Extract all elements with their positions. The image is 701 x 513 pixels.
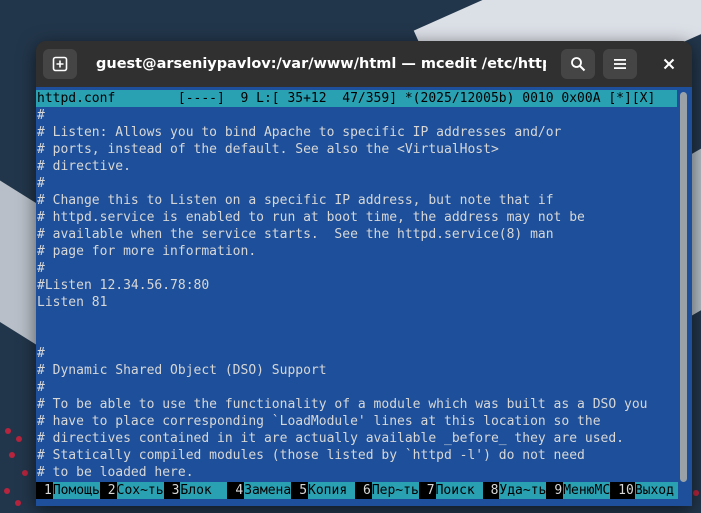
editor-line[interactable]: #	[36, 345, 676, 362]
editor-status-line: httpd.conf [----] 9 L:[ 35+12 47/359] *(…	[36, 90, 677, 107]
editor-line[interactable]: # Dynamic Shared Object (DSO) Support	[36, 362, 676, 379]
editor-line[interactable]: #	[36, 175, 676, 192]
editor-line[interactable]: # directives contained in it are actuall…	[36, 430, 676, 447]
fkey-7[interactable]: 7 Поиск	[419, 482, 483, 499]
editor-line[interactable]: # have to place corresponding `LoadModul…	[36, 413, 676, 430]
editor-line[interactable]: # directive.	[36, 158, 676, 175]
fkey-number: 2	[107, 483, 116, 498]
editor-line[interactable]: # To be able to use the functionality of…	[36, 396, 676, 413]
editor-line[interactable]: # available when the service starts. See…	[36, 226, 676, 243]
close-icon	[663, 58, 675, 70]
fkey-label: Поиск	[435, 482, 483, 499]
fkey-6[interactable]: 6 Пер~ть	[355, 482, 419, 499]
fkey-number: 9	[554, 483, 563, 498]
fkey-number: 4	[235, 483, 244, 498]
fkey-label: МенюMC	[563, 482, 611, 499]
fkey-1[interactable]: 1 Помощь	[36, 482, 100, 499]
fkey-label: Копия	[308, 482, 355, 499]
function-key-bar: 1 Помощь 2 Сох~ть 3 Блок 4 Замена 5 Копия 6 Пер~т…	[36, 482, 678, 499]
fkey-label: Помощь	[52, 482, 100, 499]
wallpaper-dot	[9, 452, 15, 458]
terminal-area[interactable]: httpd.conf [----] 9 L:[ 35+12 47/359] *(…	[36, 87, 692, 506]
search-icon	[571, 57, 586, 72]
new-tab-icon	[52, 56, 68, 72]
wallpaper-dot	[4, 488, 10, 494]
wallpaper-dot	[22, 470, 28, 476]
wallpaper-dot	[16, 436, 22, 442]
fkey-number: 7	[426, 483, 435, 498]
editor-line[interactable]	[36, 328, 676, 345]
editor-line[interactable]: #Listen 12.34.56.78:80	[36, 277, 676, 294]
editor-line[interactable]: # to be loaded here.	[36, 464, 676, 481]
fkey-number: 5	[299, 483, 308, 498]
fkey-number: 3	[171, 483, 180, 498]
editor-line[interactable]: #	[36, 379, 676, 396]
editor-line[interactable]: # page for more information.	[36, 243, 676, 260]
wallpaper-dot	[5, 428, 11, 434]
fkey-number: 6	[362, 483, 371, 498]
fkey-4[interactable]: 4 Замена	[227, 482, 292, 499]
menu-button[interactable]	[603, 49, 637, 79]
window-title: guest@arseniypavlov:/var/www/html — mced…	[96, 56, 546, 72]
fkey-label: Выход	[634, 482, 678, 499]
title-bar: guest@arseniypavlov:/var/www/html — mced…	[36, 41, 692, 87]
fkey-label: Уда~ть	[499, 482, 547, 499]
editor-line[interactable]: #	[36, 260, 676, 277]
new-tab-button[interactable]	[43, 49, 77, 79]
fkey-2[interactable]: 2 Сох~ть	[100, 482, 164, 499]
wallpaper-dot	[15, 500, 21, 506]
fkey-label: Пер~ть	[371, 482, 419, 499]
editor-line[interactable]: # Statically compiled modules (those lis…	[36, 447, 676, 464]
terminal-window: guest@arseniypavlov:/var/www/html — mced…	[36, 41, 692, 506]
editor-line[interactable]: # httpd.service is enabled to run at boo…	[36, 209, 676, 226]
fkey-8[interactable]: 8 Уда~ть	[483, 482, 547, 499]
fkey-number: 8	[490, 483, 499, 498]
search-button[interactable]	[561, 49, 595, 79]
fkey-3[interactable]: 3 Блок	[164, 482, 228, 499]
wallpaper-dot	[693, 490, 699, 496]
fkey-number: 10	[618, 483, 634, 498]
editor-line[interactable]: # Listen: Allows you to bind Apache to s…	[36, 124, 676, 141]
editor-line[interactable]: Listen 81	[36, 294, 676, 311]
editor-text-area[interactable]: # # Listen: Allows you to bind Apache to …	[36, 107, 676, 485]
editor-line[interactable]: # ports, instead of the default. See als…	[36, 141, 676, 158]
fkey-9[interactable]: 9 МенюMC	[546, 482, 611, 499]
hamburger-menu-icon	[614, 59, 626, 69]
editor-line[interactable]	[36, 311, 676, 328]
scrollbar[interactable]	[680, 92, 687, 482]
fkey-10[interactable]: 10 Выход	[610, 482, 678, 499]
editor-line[interactable]: # Change this to Listen on a specific IP…	[36, 192, 676, 209]
fkey-label: Сох~ть	[116, 482, 164, 499]
editor-line[interactable]: #	[36, 107, 676, 124]
close-button[interactable]	[654, 49, 684, 79]
fkey-label: Блок	[180, 482, 228, 499]
fkey-label: Замена	[244, 482, 292, 499]
fkey-number: 1	[44, 483, 52, 498]
fkey-5[interactable]: 5 Копия	[291, 482, 355, 499]
